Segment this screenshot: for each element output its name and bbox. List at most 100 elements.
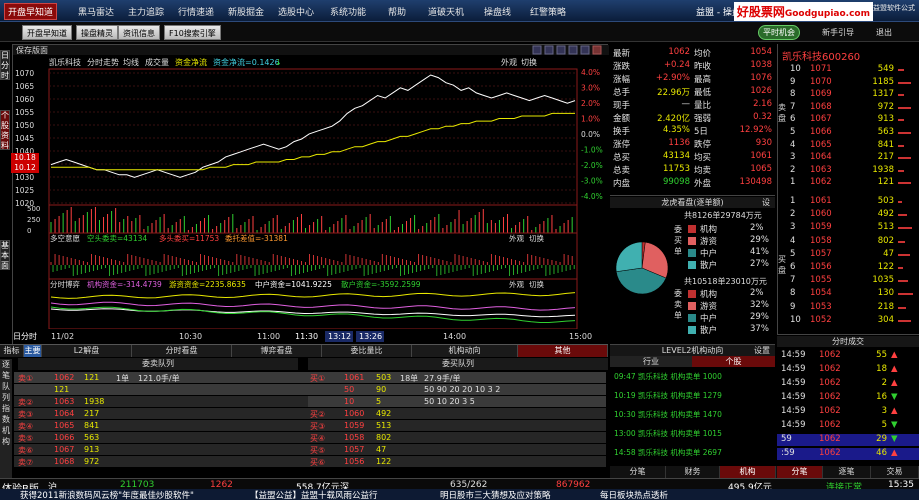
buy-queue-price: 10 [344, 397, 355, 406]
menu-item-help[interactable]: 帮助 [388, 5, 406, 18]
flow-label[interactable]: 资金净流 [175, 57, 207, 67]
exit-link[interactable]: 退出 [876, 27, 892, 38]
sell-queue-volume: 913 [84, 445, 100, 454]
tab-game-view[interactable]: 博弈看盘 [232, 345, 322, 357]
ticker-item: 明日股市三大猜想及应对策略 [440, 491, 551, 500]
guide-link[interactable]: 新手引导 [822, 27, 854, 38]
menu-item-open-early[interactable]: 开盘早知道 [4, 3, 58, 20]
menu-item-dark-horse[interactable]: 黑马雷达 [78, 5, 114, 18]
menu-item-main-force[interactable]: 主力追踪 [128, 5, 164, 18]
left-tab-profile[interactable]: 个股资料 [0, 110, 10, 150]
longhu-buy-pct: 27% [750, 259, 769, 269]
buy-queue-row: 买② 1060 492 [308, 408, 606, 419]
orderbook-buy-price: 1059 [810, 222, 832, 233]
tab-ratio[interactable]: 委比量比 [322, 345, 412, 357]
legend-swatch [688, 249, 696, 257]
tab-minute-view[interactable]: 分时看盘 [132, 345, 232, 357]
tab-l2[interactable]: L2解盘 [42, 345, 132, 357]
menu-item-tianji[interactable]: 道破天机 [428, 5, 464, 18]
f10-search-button[interactable]: F10搜索引擎 [164, 25, 221, 40]
tab-other[interactable]: 其他 [518, 345, 608, 357]
vol-tick: 500 [27, 205, 40, 213]
sell-queue-volume: 972 [84, 457, 100, 466]
pct-tick: 3.0% [581, 84, 600, 93]
rtab-tick2[interactable]: 分笔 [777, 466, 823, 478]
l2-tab-stock[interactable]: 个股 [692, 356, 775, 367]
sell-queue-price: 1062 [54, 373, 75, 382]
menu-item-system[interactable]: 系统功能 [330, 5, 366, 18]
chart-tool-icon[interactable] [580, 45, 590, 55]
longhu-setting[interactable]: 设 [762, 197, 770, 208]
side-tab: 队列 [2, 382, 10, 402]
sell-queue-price: 1065 [54, 421, 75, 430]
rtab-institution[interactable]: 机构 [720, 466, 776, 478]
legend-swatch [688, 261, 696, 269]
tab-indicator[interactable]: 指标 [0, 345, 24, 357]
sell-queue-volume: 217 [84, 409, 100, 418]
depth-bar [898, 319, 911, 322]
panel3-appearance[interactable]: 外观 [509, 279, 524, 289]
avg-label[interactable]: 均线 [123, 57, 139, 67]
l2-tab-industry[interactable]: 行业 [610, 356, 692, 367]
rtab-trade[interactable]: 交易 [871, 466, 919, 478]
tick-trade-volume: 46 [876, 448, 887, 458]
buy-queue-label: 买① [310, 374, 326, 383]
depth-bar [898, 81, 911, 84]
orderbook-stock-name: 凯乐科技600260 [782, 52, 861, 63]
l2-row[interactable]: 13:00 凯乐科技 机构卖单 1015 [614, 428, 722, 440]
rtab-tick[interactable]: 分笔 [610, 466, 666, 478]
intraday-chart[interactable]: 保存版面 凯乐科技 分时走势 均线 成交量 资金净流 资金净流=0.1426 ↓… [11, 44, 609, 345]
switch-label[interactable]: 切换 [521, 57, 537, 67]
menu-item-quote-express[interactable]: 行情速递 [178, 5, 214, 18]
save-layout-label[interactable]: 保存版面 [16, 45, 48, 55]
chart-tool-icon[interactable] [532, 45, 542, 55]
open-early-button[interactable]: 开盘早知道 [22, 25, 72, 40]
queue-side-tabs[interactable]: 逐笔 队列 指数 机构 [0, 359, 12, 479]
chart-tool-icon[interactable] [568, 45, 578, 55]
rtab-stepwise[interactable]: 逐笔 [823, 466, 871, 478]
l2-row[interactable]: 14:58 凯乐科技 机构卖单 2697 [614, 447, 722, 459]
news-ticker[interactable]: 获得2011新浪数码风云榜"年度最佳炒股软件" 【益盟公益】益盟十载风雨公益行 … [0, 489, 919, 500]
orderbook-buy-volume: 130 [877, 288, 894, 299]
menu-item-red-alert[interactable]: 红警策略 [530, 5, 566, 18]
time-prefix[interactable]: 日分时 [13, 331, 37, 341]
news-button[interactable]: 资讯信息 [118, 25, 160, 40]
l2-setting[interactable]: 设置 [754, 345, 770, 356]
left-tab-minute[interactable]: 日分时 [0, 50, 10, 80]
info-value: 1054 [750, 47, 772, 57]
mode-label[interactable]: 分时走势 [87, 57, 119, 67]
close-icon[interactable] [592, 45, 602, 55]
menu-bar: 开盘早知道 黑马雷达 主力追踪 行情速递 新股掘金 选股中心 系统功能 帮助 道… [0, 0, 919, 22]
user-button[interactable]: 平时机会 [758, 25, 800, 40]
l2-row[interactable]: 10:19 凯乐科技 机构卖单 1279 [614, 390, 722, 402]
depth-bar [898, 69, 904, 71]
left-tab-fundamental[interactable]: 基本面 [0, 240, 10, 270]
trade-genie-button[interactable]: 操盘精灵 [76, 25, 118, 40]
orderbook-buy-price: 1054 [810, 288, 832, 299]
panel3-retail: 散户资金=-3592.2599 [341, 279, 421, 289]
tick-trade-price: 1062 [819, 378, 841, 388]
chart-tool-icon[interactable] [544, 45, 554, 55]
panel2-switch[interactable]: 切换 [529, 233, 544, 243]
buy-queue-price: 1061 [344, 373, 365, 382]
volume-label[interactable]: 成交量 [145, 57, 169, 67]
depth-bar [898, 169, 904, 172]
l2-row[interactable]: 09:47 凯乐科技 机构卖单 1000 [614, 371, 722, 383]
appearance-label[interactable]: 外观 [501, 57, 517, 67]
l2-title: LEVEL2机构动向 [610, 345, 775, 356]
tab-main[interactable]: 主要 [24, 345, 42, 357]
l2-row[interactable]: 10:30 凯乐科技 机构卖单 1470 [614, 409, 722, 421]
rtab-finance[interactable]: 财务 [666, 466, 720, 478]
brand-small: 益盟软件公式 [873, 4, 915, 12]
sell-queue-row: 卖⑤ 1066 563 [14, 432, 308, 443]
chart-tool-icon[interactable] [556, 45, 566, 55]
tab-institution[interactable]: 机构动向 [412, 345, 518, 357]
info-value: 1136 [668, 138, 690, 148]
menu-item-new-stock[interactable]: 新股掘金 [228, 5, 264, 18]
time-label: 13:12 [328, 332, 351, 341]
menu-item-stock-center[interactable]: 选股中心 [278, 5, 314, 18]
panel3-switch[interactable]: 切换 [529, 279, 544, 289]
menu-item-trade-line[interactable]: 操盘线 [484, 5, 511, 18]
tick-trade-row: 59 1062 29 ▼ [777, 434, 919, 446]
panel2-appearance[interactable]: 外观 [509, 233, 524, 243]
